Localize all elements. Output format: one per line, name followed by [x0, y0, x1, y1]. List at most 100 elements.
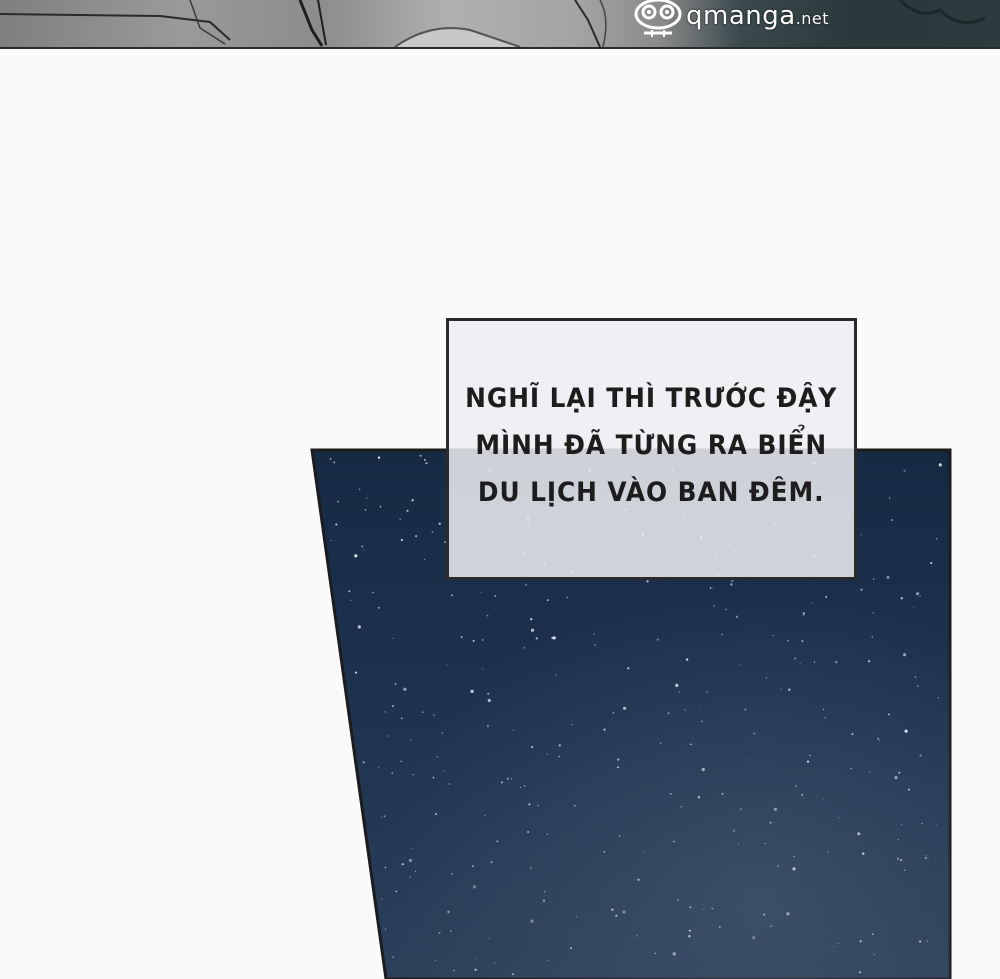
- star: [523, 646, 526, 649]
- star: [419, 454, 422, 457]
- star: [384, 866, 387, 869]
- star: [764, 842, 766, 845]
- star: [411, 848, 413, 850]
- star: [474, 968, 477, 971]
- star: [894, 776, 898, 780]
- star: [330, 540, 332, 542]
- star: [528, 803, 531, 806]
- star: [400, 760, 402, 762]
- star: [603, 851, 606, 853]
- star: [377, 606, 380, 609]
- star: [535, 637, 538, 640]
- star: [823, 799, 825, 801]
- star: [593, 633, 595, 635]
- star: [546, 599, 549, 602]
- star: [537, 804, 539, 807]
- star: [822, 708, 825, 711]
- star: [937, 697, 940, 699]
- star: [494, 595, 497, 597]
- star: [835, 661, 838, 664]
- star: [770, 925, 772, 927]
- star: [415, 535, 418, 538]
- star: [350, 599, 352, 601]
- narration-text: NGHĨ LẠI THÌ TRƯỚC ĐẬY MÌNH ĐÃ TỪNG RA B…: [449, 375, 853, 516]
- star: [441, 732, 444, 734]
- star: [482, 668, 484, 670]
- star: [481, 638, 484, 641]
- star: [381, 898, 383, 901]
- star: [488, 937, 490, 939]
- star: [646, 580, 649, 583]
- star: [558, 744, 561, 747]
- star: [486, 725, 490, 728]
- star: [443, 770, 445, 772]
- star: [415, 870, 417, 873]
- star: [446, 664, 448, 666]
- star: [412, 774, 414, 776]
- star: [530, 867, 532, 869]
- star: [487, 692, 490, 695]
- star: [897, 857, 900, 860]
- star: [938, 463, 942, 467]
- star: [435, 813, 437, 815]
- star: [431, 531, 434, 534]
- star: [916, 685, 919, 687]
- star: [423, 558, 426, 561]
- star: [824, 716, 827, 719]
- star: [500, 781, 503, 784]
- star: [684, 709, 686, 711]
- star: [904, 729, 908, 733]
- star: [451, 872, 453, 875]
- star: [901, 823, 903, 825]
- star: [780, 688, 782, 690]
- star: [859, 940, 862, 943]
- star: [803, 614, 805, 617]
- star: [487, 698, 491, 703]
- star: [735, 615, 739, 618]
- star: [837, 817, 840, 819]
- star: [364, 509, 367, 511]
- narration-line-2: MÌNH ĐÃ TỪNG RA BIỂN: [475, 429, 828, 461]
- star: [401, 863, 404, 866]
- star: [654, 952, 656, 954]
- star: [916, 592, 920, 596]
- star: [765, 677, 767, 679]
- star: [860, 533, 863, 536]
- star: [763, 913, 766, 916]
- star: [786, 912, 790, 916]
- star: [677, 899, 679, 901]
- star: [795, 785, 797, 788]
- narration-line-1: NGHĨ LẠI THÌ TRƯỚC ĐẬY: [465, 382, 838, 414]
- star: [470, 689, 474, 694]
- star: [448, 783, 451, 785]
- star: [512, 729, 515, 731]
- star: [733, 829, 736, 832]
- star: [384, 711, 387, 713]
- star: [688, 929, 691, 932]
- star: [862, 852, 865, 855]
- star: [730, 583, 733, 586]
- star: [524, 583, 528, 586]
- star: [794, 657, 797, 660]
- star: [400, 538, 404, 542]
- star: [769, 821, 772, 824]
- star: [689, 906, 692, 909]
- star: [381, 816, 383, 818]
- star: [678, 691, 681, 693]
- star: [711, 908, 713, 910]
- star: [913, 606, 915, 608]
- star: [888, 497, 891, 499]
- star: [546, 833, 549, 835]
- star: [329, 458, 332, 460]
- star: [337, 500, 339, 503]
- star: [721, 792, 724, 795]
- star: [575, 916, 578, 918]
- star: [460, 636, 463, 638]
- star: [907, 788, 910, 791]
- star: [872, 578, 875, 580]
- star: [672, 952, 676, 956]
- star: [449, 930, 452, 933]
- star: [925, 855, 927, 857]
- star: [512, 973, 514, 975]
- star: [700, 705, 702, 707]
